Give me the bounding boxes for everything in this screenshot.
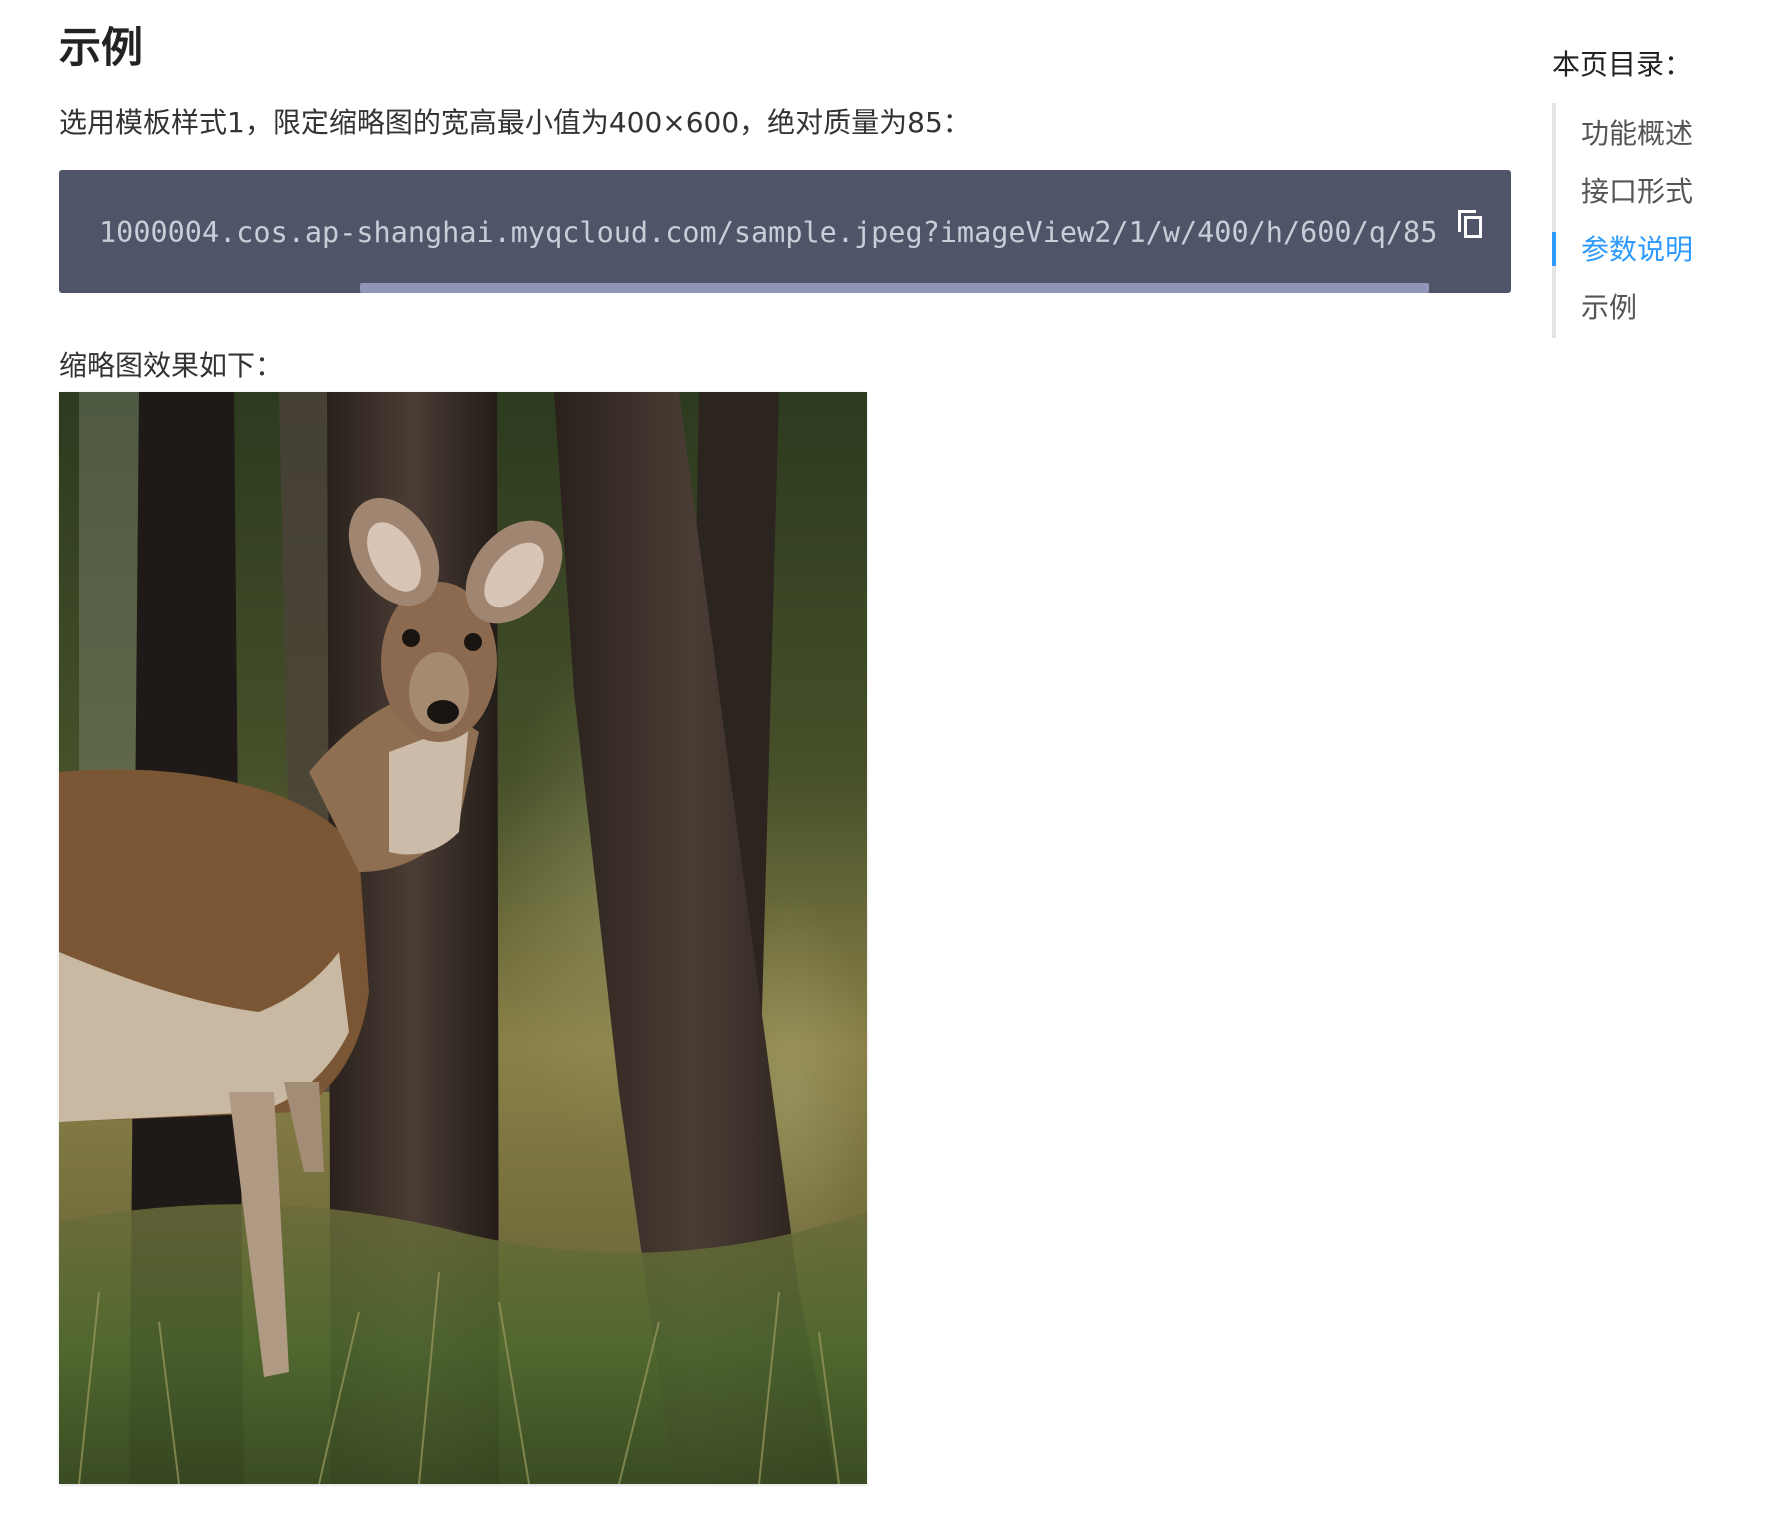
- toc-item-interface[interactable]: 接口形式: [1581, 171, 1693, 213]
- result-caption: 缩略图效果如下：: [59, 349, 284, 382]
- toc-title: 本页目录：: [1552, 48, 1693, 81]
- toc-item-example[interactable]: 示例: [1581, 287, 1637, 329]
- code-snippet[interactable]: 1000004.cos.ap-shanghai.myqcloud.com/sam…: [99, 206, 1437, 260]
- deer-photo-illustration: [59, 392, 867, 1484]
- docs-page: 示例 选用模板样式1，限定缩略图的宽高最小值为400×600，绝对质量为85： …: [0, 0, 1772, 1516]
- toc-list: 功能概述 接口形式 参数说明 示例: [1552, 103, 1756, 338]
- toc-item-parameters[interactable]: 参数说明: [1581, 229, 1693, 271]
- intro-paragraph: 选用模板样式1，限定缩略图的宽高最小值为400×600，绝对质量为85：: [59, 106, 971, 139]
- thumbnail-image: [59, 392, 867, 1484]
- section-heading: 示例: [59, 23, 144, 72]
- scrollbar-thumb[interactable]: [360, 283, 1429, 293]
- copy-button[interactable]: [1449, 202, 1491, 244]
- code-block: 1000004.cos.ap-shanghai.myqcloud.com/sam…: [59, 170, 1511, 293]
- copy-icon: [1458, 210, 1482, 238]
- horizontal-scrollbar[interactable]: [59, 283, 1511, 293]
- toc-item-overview[interactable]: 功能概述: [1581, 113, 1693, 155]
- toc-active-marker: [1552, 232, 1556, 266]
